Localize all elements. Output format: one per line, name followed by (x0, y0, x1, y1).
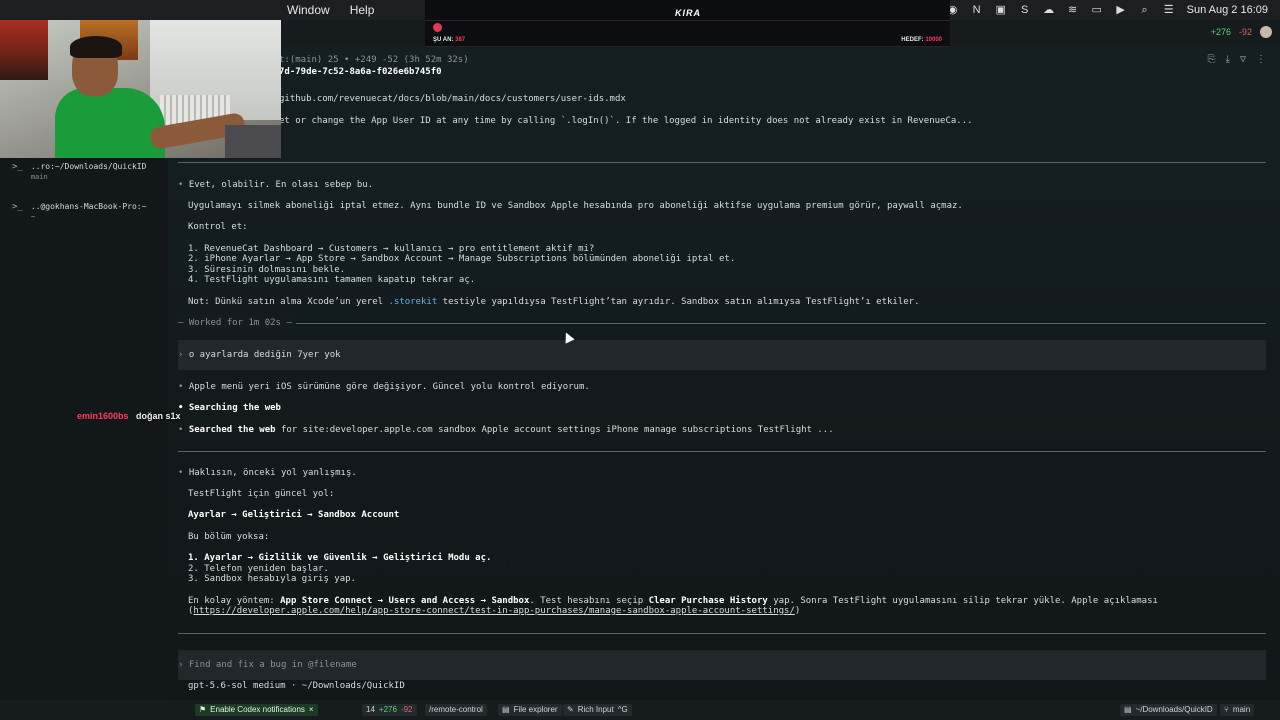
person-shirt (55, 88, 165, 158)
answer-3-lead: • Haklısın, önceki yol yanlışmış. (178, 468, 357, 478)
answer-1-lead: • Evet, olabilir. En olası sebep bu. (178, 180, 374, 190)
terminal-icon: >_ (12, 202, 23, 212)
more-icon[interactable]: ⋮ (1256, 54, 1266, 65)
close-icon[interactable]: × (309, 704, 314, 716)
sidebar-item-title: ..@gokhans-MacBook-Pro:~ (30, 202, 147, 211)
chat-user: emin1600bs (77, 411, 129, 421)
user-message: › o ayarlarda dediğin 7yer yok (178, 340, 1266, 370)
status-icons: ◉ N ▣ S ☁ ≋ ▭ ▶ ⌕ ☰ Sun Aug 2 16:09 (916, 4, 1268, 16)
apple-link[interactable]: https://developer.apple.com/help/app-sto… (193, 606, 794, 616)
target-count: HEDEF: 10000 (901, 37, 942, 43)
diff-add: +276 (1210, 27, 1231, 37)
menu-window[interactable]: Window (287, 3, 330, 17)
divider (178, 633, 1266, 634)
divider (425, 20, 950, 21)
diff-del: -92 (1238, 27, 1252, 37)
file-explorer-button[interactable]: ▤ File explorer (498, 704, 562, 716)
menu-items: Window Help (287, 3, 394, 17)
divider (268, 323, 1266, 324)
answer-3-path: Ayarlar → Geliştirici → Sandbox Account (188, 510, 400, 520)
path-pill[interactable]: ▤ ~/Downloads/QuickID (1120, 704, 1217, 716)
composer-input[interactable]: › Find and fix a bug in @filename (178, 660, 357, 671)
notifications-pill[interactable]: ⚑ Enable Codex notifications × (195, 704, 318, 716)
edit-icon: ✎ (567, 705, 574, 714)
live-dot-icon (433, 23, 442, 32)
sidebar-item-home[interactable]: >_ ..@gokhans-MacBook-Pro:~ ~ (12, 202, 146, 221)
sidebar-item-sub: ~ (30, 213, 36, 221)
window-icon[interactable]: ▣ (995, 4, 1007, 16)
overlay-brand: KIRA (675, 8, 701, 18)
worked-duration: — Worked for 1m 02s — (178, 318, 296, 329)
remote-control-button[interactable]: /remote-control (425, 704, 487, 716)
play-icon[interactable]: ▶ (1115, 4, 1127, 16)
answer-3-path-intro: TestFlight için güncel yol: (188, 489, 335, 499)
doc-url[interactable]: github.com/revenuecat/docs/blob/main/doc… (279, 94, 626, 105)
attach-icon[interactable]: ⎘ (1208, 54, 1216, 65)
cloud-icon[interactable]: ☁ (1043, 4, 1055, 16)
answer-1-paragraph: Uygulamayı silmek aboneliği iptal etmez.… (188, 201, 963, 211)
control-center-icon[interactable]: ☰ (1163, 4, 1175, 16)
chat-text: doğan s1x (136, 411, 181, 421)
search-result: • Searched the web for site:developer.ap… (178, 425, 834, 435)
transcript-pane: ⎘ ⤓ ▽ ⋮ t:(main) 25 • +249 -52 (3h 52m 3… (168, 46, 1280, 700)
notion-icon[interactable]: N (971, 4, 983, 16)
sidebar: >_ ..ro:~/Downloads/QuickID main >_ ..@g… (0, 158, 168, 700)
answer-3-else: Bu bölüm yoksa: (188, 532, 270, 542)
menu-help[interactable]: Help (350, 3, 375, 17)
download-icon[interactable]: ⤓ (1226, 54, 1230, 65)
answer-1-check: Kontrol et: (188, 222, 248, 232)
sidebar-item-sub: main (30, 173, 48, 181)
filter-icon[interactable]: ▽ (1240, 54, 1246, 65)
rich-input-button[interactable]: ✎ Rich Input ^G (563, 704, 632, 716)
answer-2-lead: • Apple menü yeri iOS sürümüne göre deği… (178, 382, 590, 392)
sidebar-item-title: ..ro:~/Downloads/QuickID (30, 162, 147, 171)
model-line: gpt-5.6-sol medium · ~/Downloads/QuickID (188, 681, 405, 691)
stream-goal-overlay: KIRA ŞU AN: 387 HEDEF: 10000 (425, 0, 950, 47)
header-stats: +276 -92 (1211, 26, 1272, 38)
divider (178, 451, 1266, 452)
current-count: ŞU AN: 387 (433, 37, 466, 43)
skype-icon[interactable]: S (1019, 4, 1031, 16)
wifi-icon[interactable]: ≋ (1067, 4, 1079, 16)
apple-link-row: (https://developer.apple.com/help/app-st… (188, 606, 801, 616)
laptop (225, 125, 281, 158)
bell-icon: ⚑ (199, 705, 207, 714)
doc-excerpt: et or change the App User ID at any time… (279, 116, 973, 126)
terminal-icon: >_ (12, 162, 23, 172)
session-line: t:(main) 25 • +249 -52 (3h 52m 32s) (279, 55, 469, 65)
search-icon[interactable]: ⌕ (1139, 4, 1151, 16)
answer-1-step: 4. TestFlight uygulamasını tamamen kapat… (188, 275, 476, 285)
answer-3-step: 3. Sandbox hesabıyla giriş yap. (188, 574, 356, 584)
webcam-feed (0, 0, 281, 158)
branch-pill[interactable]: ⑂ main (1220, 704, 1255, 716)
sidebar-item-quickid[interactable]: >_ ..ro:~/Downloads/QuickID main (12, 162, 146, 181)
composer[interactable]: › Find and fix a bug in @filename (178, 650, 1266, 680)
answer-3-step: 1. Ayarlar → Gizlilik ve Güvenlik → Geli… (188, 553, 492, 563)
folder-icon: ▤ (1124, 705, 1132, 714)
searching-status: • Searching the web (178, 403, 281, 413)
battery-icon[interactable]: ▭ (1091, 4, 1103, 16)
answer-1-note: Not: Dünkü satın alma Xcode’un yerel .st… (188, 297, 920, 307)
user-message-text: › o ayarlarda dediğin 7yer yok (178, 350, 341, 360)
folder-icon: ▤ (502, 705, 510, 714)
status-bar: ⚑ Enable Codex notifications × 14 +276 -… (0, 700, 1280, 720)
divider (178, 162, 1266, 163)
transcript-toolbar: ⎘ ⤓ ▽ ⋮ (1208, 54, 1266, 65)
answer-1-step: 2. iPhone Ayarlar → App Store → Sandbox … (188, 254, 736, 264)
branch-icon: ⑂ (1224, 705, 1229, 714)
session-id: 7d-79de-7c52-8a6a-f026e6b745f0 (279, 67, 442, 77)
avatar[interactable] (1260, 26, 1272, 38)
person-hair (70, 36, 122, 58)
diff-pill[interactable]: 14 +276 -92 (362, 704, 417, 716)
stream-chat-message: emin1600bs doğan s1x (77, 411, 181, 421)
clock[interactable]: Sun Aug 2 16:09 (1187, 4, 1268, 16)
